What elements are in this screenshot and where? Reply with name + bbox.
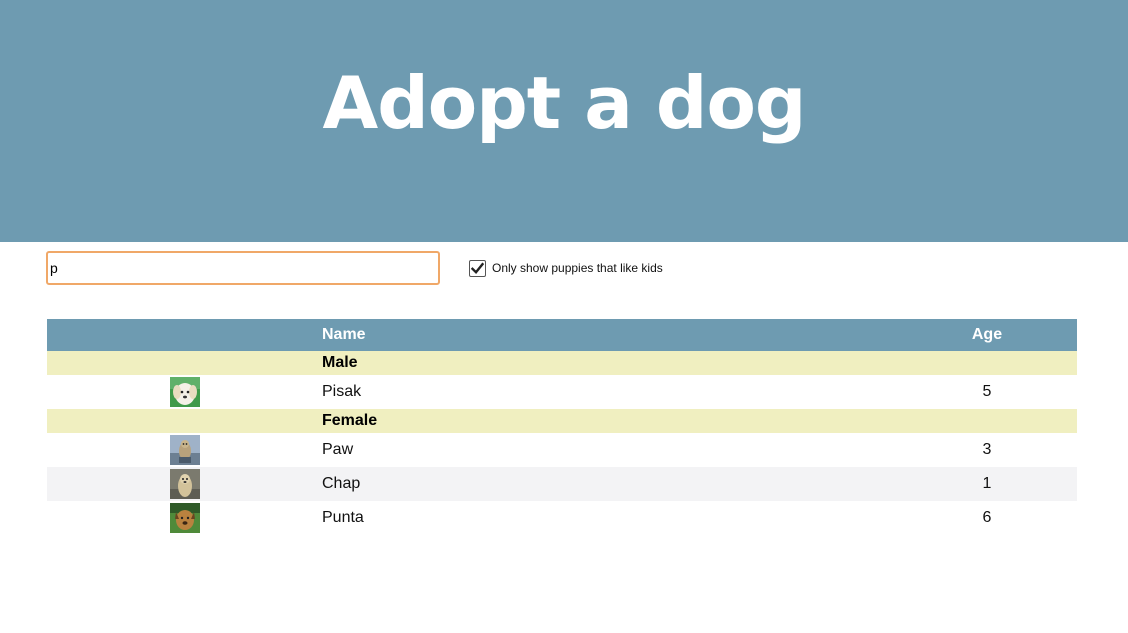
likes-kids-filter[interactable]: Only show puppies that like kids xyxy=(469,258,663,278)
dog-age: 1 xyxy=(897,467,1077,501)
table-row[interactable]: Chap 1 xyxy=(47,467,1077,501)
dog-age: 5 xyxy=(982,383,992,400)
table-header-row: Name Age xyxy=(47,319,1077,351)
dog-age: 6 xyxy=(982,509,992,526)
dog-photo xyxy=(169,503,200,533)
table-row[interactable]: Pisak 5 xyxy=(47,375,1077,409)
dog-photo xyxy=(169,469,200,499)
column-header-age[interactable]: Age xyxy=(897,319,1077,351)
dog-name: Paw xyxy=(322,441,354,458)
group-label: Male xyxy=(322,351,1077,375)
page-title: Adopt a dog xyxy=(322,61,807,145)
group-row-female: Female xyxy=(47,409,1077,433)
column-header-name[interactable]: Name xyxy=(322,319,897,351)
column-header-image xyxy=(47,319,322,351)
dog-name: Punta xyxy=(322,509,364,526)
search-input[interactable] xyxy=(46,251,440,285)
dog-table: Name Age Male Pisak 5 Female Paw 3 Chap … xyxy=(47,319,1077,535)
dog-name: Chap xyxy=(322,467,897,501)
group-label: Female xyxy=(322,409,1077,433)
checkmark-icon xyxy=(471,262,484,274)
dog-photo xyxy=(169,435,200,465)
dog-age: 3 xyxy=(982,441,992,458)
likes-kids-checkbox[interactable] xyxy=(469,259,486,277)
group-row-male: Male xyxy=(47,351,1077,375)
dog-name: Pisak xyxy=(322,383,362,400)
page-header: Adopt a dog xyxy=(0,0,1128,242)
table-row[interactable]: Paw 3 xyxy=(47,433,1077,467)
table-row[interactable]: Punta 6 xyxy=(47,501,1077,535)
dog-photo xyxy=(169,377,200,407)
likes-kids-label: Only show puppies that like kids xyxy=(492,261,663,275)
